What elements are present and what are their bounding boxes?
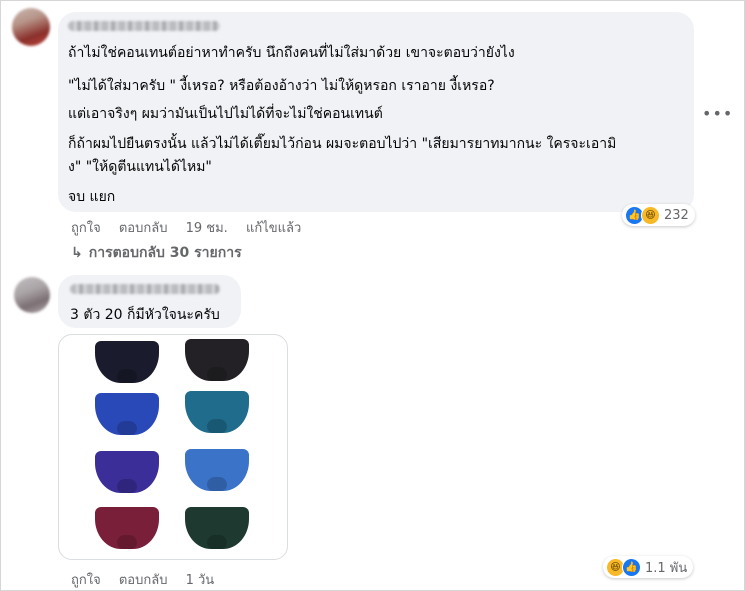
reaction-count-1: 232 <box>664 207 689 223</box>
blurred-commenter-name-1[interactable] <box>68 21 220 31</box>
reaction-summary-1[interactable]: 👍 😆 232 <box>622 204 695 226</box>
underwear-item <box>185 507 249 549</box>
underwear-item <box>95 393 159 435</box>
underwear-item <box>95 341 159 383</box>
like-reaction-icon: 👍 <box>622 557 641 577</box>
reply-arrow-icon: ↳ <box>71 245 83 261</box>
underwear-item <box>185 449 249 491</box>
comment-1-actions: ถูกใจ ตอบกลับ 19 ชม. แก้ไขแล้ว <box>71 217 301 238</box>
underwear-item <box>185 339 249 381</box>
edited-label: แก้ไขแล้ว <box>245 221 302 236</box>
comment-1-line-1: ถ้าไม่ใช่คอนเทนต์อย่าหาทำครับ นึกถึงคนที… <box>68 45 515 61</box>
reaction-summary-2[interactable]: 😆 👍 1.1 พัน <box>603 556 694 578</box>
commenter-avatar-1[interactable] <box>12 8 50 46</box>
comment-1-line-5: ง" "ให้ดูตีนแทนได้ไหม" <box>68 159 212 175</box>
underwear-item <box>185 391 249 433</box>
like-link[interactable]: ถูกใจ <box>71 221 101 236</box>
reply-link[interactable]: ตอบกลับ <box>119 221 168 236</box>
underwear-item <box>95 451 159 493</box>
reply-link[interactable]: ตอบกลับ <box>119 573 168 588</box>
view-replies-label: การตอบกลับ 30 รายการ <box>88 245 242 261</box>
comment-2-text: 3 ตัว 20 ก็มีหัวใจนะครับ <box>70 307 220 323</box>
comment-1-line-2: "ไม่ได้ใส่มาครับ " งี้เหรอ? หรือต้องอ้าง… <box>68 78 495 94</box>
commenter-avatar-2[interactable] <box>14 277 50 313</box>
timestamp[interactable]: 19 ชม. <box>186 221 228 236</box>
reaction-count-2: 1.1 พัน <box>645 560 688 576</box>
haha-reaction-icon: 😆 <box>641 205 660 225</box>
comment-2-actions: ถูกใจ ตอบกลับ 1 วัน <box>71 569 214 590</box>
blurred-commenter-name-2[interactable] <box>70 284 220 294</box>
underwear-item <box>95 507 159 549</box>
comment-1-line-4: ก็ถ้าผมไปยืนตรงนั้น แล้วไม่ได้เตี๊ยมไว้ก… <box>68 136 617 152</box>
timestamp[interactable]: 1 วัน <box>186 573 215 588</box>
comment-1-line-6: จบ แยก <box>68 189 116 205</box>
like-link[interactable]: ถูกใจ <box>71 573 101 588</box>
attached-photo[interactable] <box>58 334 288 560</box>
view-replies-link[interactable]: ↳ การตอบกลับ 30 รายการ <box>71 242 242 264</box>
more-options-icon[interactable]: ••• <box>702 104 733 123</box>
comment-1-line-3: แต่เอาจริงๆ ผมว่ามันเป็นไปไม่ได้ที่จะไม่… <box>68 106 383 122</box>
